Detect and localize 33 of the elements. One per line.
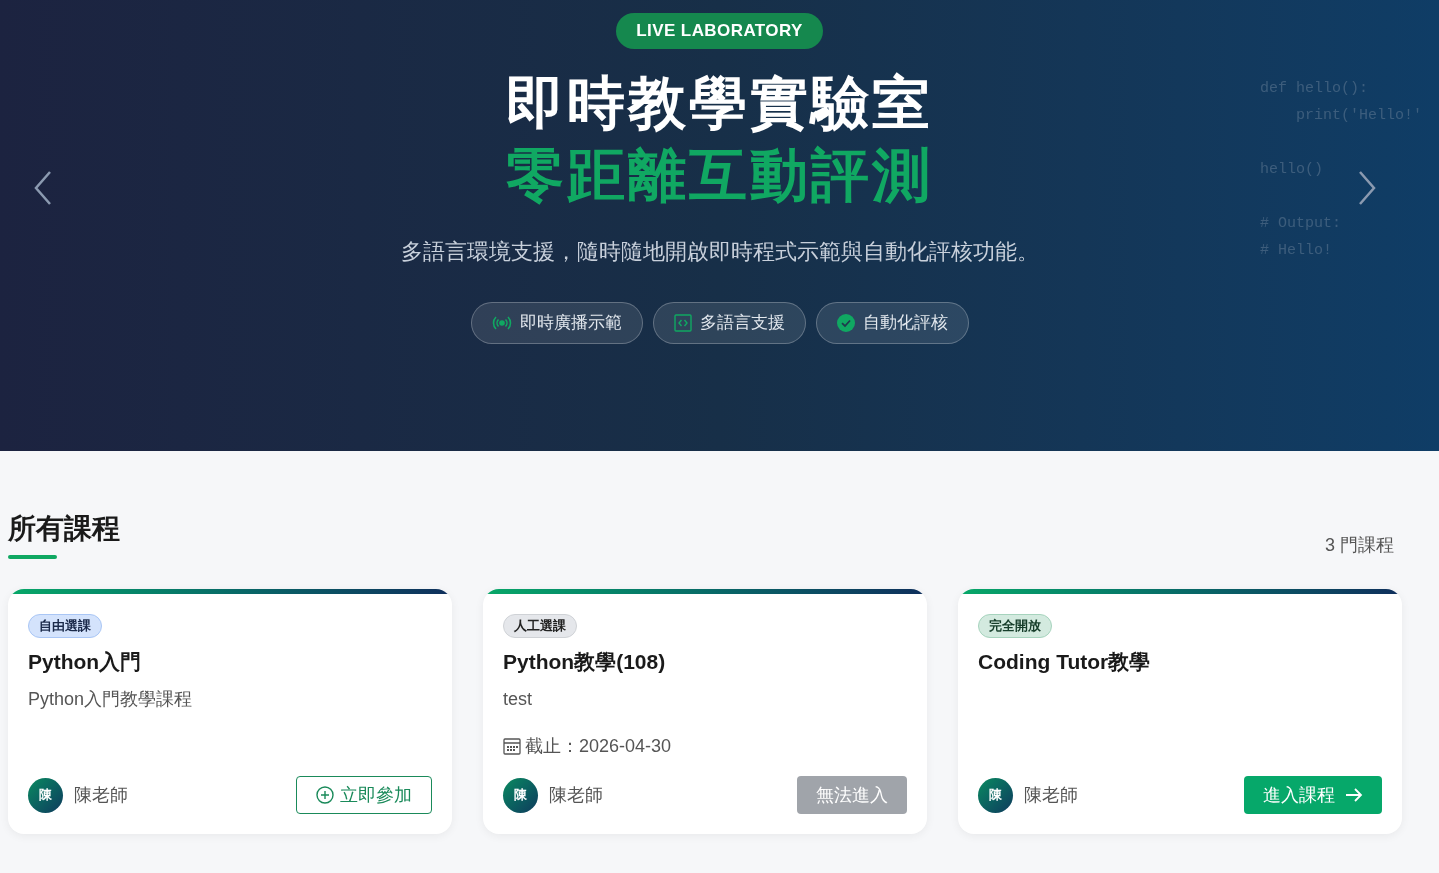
course-description: test [503, 687, 533, 711]
teacher-name: 陳老師 [74, 783, 128, 807]
hero-subtitle: 零距離互動評測 [506, 141, 933, 209]
feature-label: 自動化評核 [862, 312, 948, 335]
hero-title: 即時教學實驗室 [506, 69, 933, 137]
course-count: 3 門課程 [1325, 534, 1394, 557]
enrollment-tag: 完全開放 [978, 614, 1052, 638]
section-title: 所有課程 [8, 512, 120, 546]
course-title: Python入門 [28, 649, 143, 675]
teacher-name: 陳老師 [1024, 783, 1078, 807]
live-badge: LIVE LABORATORY [616, 13, 823, 49]
feature-label: 多語言支援 [699, 312, 785, 335]
teacher-avatar: 陳 [978, 777, 1013, 813]
code-icon [673, 314, 692, 332]
plus-circle-icon [316, 786, 334, 804]
course-title: Coding Tutor教學 [978, 649, 1152, 675]
feature-label: 即時廣播示範 [519, 312, 622, 335]
enrollment-tag: 自由選課 [28, 614, 102, 638]
hero-description: 多語言環境支援，隨時隨地開啟即時程式示範與自動化評核功能。 [400, 238, 1039, 266]
title-underline [8, 555, 57, 559]
teacher-avatar: 陳 [503, 777, 538, 813]
join-button[interactable]: 立即參加 [296, 776, 432, 814]
calendar-icon [503, 737, 521, 755]
course-description: Python入門教學課程 [28, 687, 194, 711]
enter-course-button[interactable]: 進入課程 [1244, 776, 1382, 814]
deadline-text: 截止：2026-04-30 [525, 734, 672, 758]
course-title: Python教學(108) [503, 649, 667, 675]
signal-icon [491, 315, 512, 331]
arrow-right-icon [1345, 788, 1363, 802]
teacher-name: 陳老師 [549, 783, 603, 807]
teacher-avatar: 陳 [28, 777, 63, 813]
check-icon [836, 314, 855, 332]
enrollment-tag: 人工選課 [503, 614, 577, 638]
